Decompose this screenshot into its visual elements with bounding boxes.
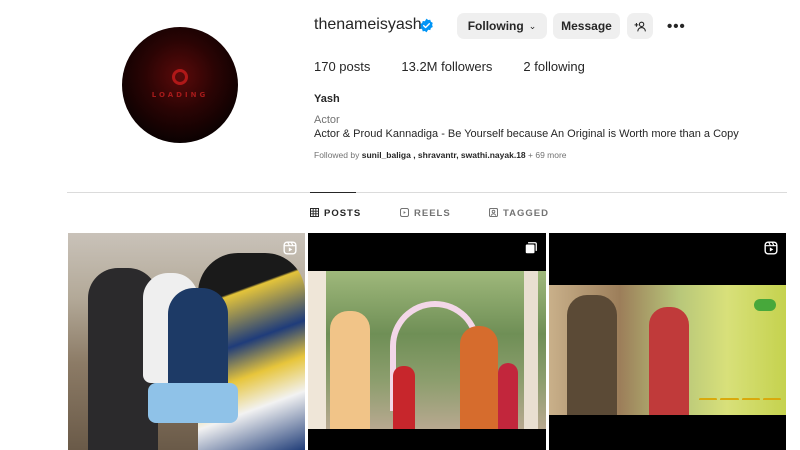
message-button[interactable]: Message xyxy=(553,13,620,39)
profile-avatar[interactable]: LOADING xyxy=(122,27,238,143)
photo-decoration xyxy=(699,340,781,400)
avatar-logo-text: LOADING xyxy=(151,91,209,99)
followed-by[interactable]: Followed by sunil_baliga , shravantr, sw… xyxy=(314,150,567,160)
photo-figure xyxy=(498,363,518,429)
followers-count[interactable]: 13.2M followers xyxy=(401,59,492,74)
post-tile[interactable] xyxy=(68,233,305,450)
following-count[interactable]: 2 following xyxy=(523,59,584,74)
profile-stats: 170 posts 13.2M followers 2 following xyxy=(314,59,616,74)
posts-count: 170 posts xyxy=(314,59,371,74)
tab-posts[interactable]: POSTS xyxy=(309,207,362,219)
tagged-icon xyxy=(488,207,499,219)
active-tab-indicator xyxy=(310,192,356,193)
photo-decoration xyxy=(308,271,326,429)
photo-figure xyxy=(393,366,415,429)
photo-bottle xyxy=(699,398,718,400)
add-user-icon[interactable] xyxy=(627,13,653,39)
profile-username: thenameisyash xyxy=(314,16,422,33)
followed-by-prefix: Followed by xyxy=(314,150,362,160)
tab-tagged-label: TAGGED xyxy=(503,208,549,219)
photo-bottle xyxy=(720,398,739,400)
photo-figure xyxy=(168,288,228,398)
post-tile[interactable] xyxy=(308,233,546,450)
photo-scene xyxy=(549,285,786,415)
reels-icon xyxy=(399,207,410,219)
profile-category: Actor xyxy=(314,114,340,126)
following-button[interactable]: Following ⌄ xyxy=(457,13,547,39)
profile-bio: Actor & Proud Kannadiga - Be Yourself be… xyxy=(314,128,739,140)
photo-figure xyxy=(330,311,370,429)
profile-divider xyxy=(67,192,787,193)
photo-decoration xyxy=(754,299,776,311)
following-button-label: Following xyxy=(467,19,524,33)
tab-reels-label: REELS xyxy=(414,208,451,219)
reel-icon xyxy=(764,241,778,255)
carousel-icon xyxy=(525,242,537,254)
chevron-down-icon: ⌄ xyxy=(528,20,537,31)
add-user-icon-glyph xyxy=(634,21,646,31)
followed-by-names: sunil_baliga , shravantr, swathi.nayak.1… xyxy=(361,150,526,160)
grid-icon xyxy=(309,207,320,219)
photo-decoration xyxy=(524,271,538,429)
photo-bottle xyxy=(762,398,781,400)
verified-badge-icon xyxy=(420,18,433,33)
photo-scene xyxy=(308,271,546,429)
more-options-icon[interactable]: ••• xyxy=(667,18,686,35)
photo-figure xyxy=(148,383,238,423)
photo-figure xyxy=(649,307,689,415)
photo-figure xyxy=(460,326,498,429)
avatar-logo-ring xyxy=(172,69,188,85)
reel-icon xyxy=(283,241,297,255)
photo-figure xyxy=(567,295,617,415)
photo-bottle xyxy=(741,398,760,400)
profile-full-name: Yash xyxy=(314,93,340,105)
tab-reels[interactable]: REELS xyxy=(399,207,451,219)
tab-tagged[interactable]: TAGGED xyxy=(488,207,549,219)
post-tile[interactable] xyxy=(549,233,786,450)
followed-by-suffix: + 69 more xyxy=(525,150,567,160)
tab-posts-label: POSTS xyxy=(324,208,362,219)
